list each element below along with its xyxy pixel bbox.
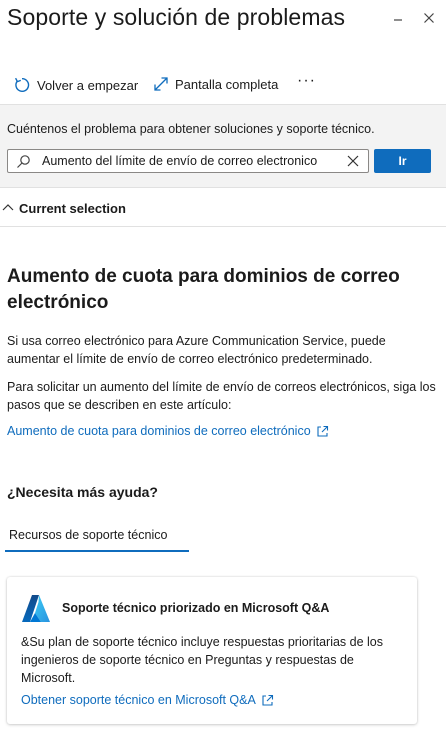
panel-header: Soporte y solución de problemas [0,0,446,40]
more-options-button[interactable]: ··· [297,72,316,90]
search-icon [17,155,30,168]
search-prompt: Cuéntenos el problema para obtener soluc… [7,122,375,136]
external-link-icon [317,425,328,437]
search-box [7,149,369,173]
go-button[interactable]: Ir [374,149,431,173]
article-paragraph-1: Si usa correo electrónico para Azure Com… [7,334,386,366]
current-selection-toggle[interactable]: Current selection [0,189,446,227]
fullscreen-button[interactable]: Pantalla completa [153,76,278,92]
chevron-up-icon [2,204,14,211]
minimize-icon [394,19,402,21]
close-button[interactable] [419,8,439,28]
refresh-icon [14,77,30,92]
fullscreen-label: Pantalla completa [175,76,279,92]
search-input[interactable] [42,152,342,170]
article-paragraph-2: Para solicitar un aumento del límite de … [7,380,436,412]
restart-label: Volver a empezar [37,77,139,93]
card-title: Soporte técnico priorizado en Microsoft … [62,601,330,615]
card-body: &Su plan de soporte técnico incluye resp… [21,635,384,685]
current-selection-label: Current selection [19,201,126,216]
article-link-label: Aumento de cuota para dominios de correo… [7,424,311,438]
card-link-label: Obtener soporte técnico en Microsoft Q&A [21,693,256,707]
expand-icon [154,77,168,91]
minimize-button[interactable] [388,8,408,28]
support-panel: Soporte y solución de problemas Volver a… [0,0,446,732]
clear-icon[interactable] [347,155,359,167]
panel-title: Soporte y solución de problemas [7,4,346,30]
support-card: Soporte técnico priorizado en Microsoft … [7,577,417,724]
search-area: Cuéntenos el problema para obtener soluc… [0,104,446,188]
article-title: Aumento de cuota para dominios de correo… [7,266,400,313]
external-link-icon [262,694,273,706]
azure-logo-icon [22,595,50,622]
article-link[interactable]: Aumento de cuota para dominios de correo… [7,424,329,438]
restart-button[interactable]: Volver a empezar [13,76,138,94]
tab-support-resources[interactable]: Recursos de soporte técnico [5,520,189,552]
card-link[interactable]: Obtener soporte técnico en Microsoft Q&A [21,693,274,707]
toolbar: Volver a empezar Pantalla completa ··· [0,72,446,100]
help-title: ¿Necesita más ayuda? [7,484,158,500]
close-icon [424,13,434,23]
